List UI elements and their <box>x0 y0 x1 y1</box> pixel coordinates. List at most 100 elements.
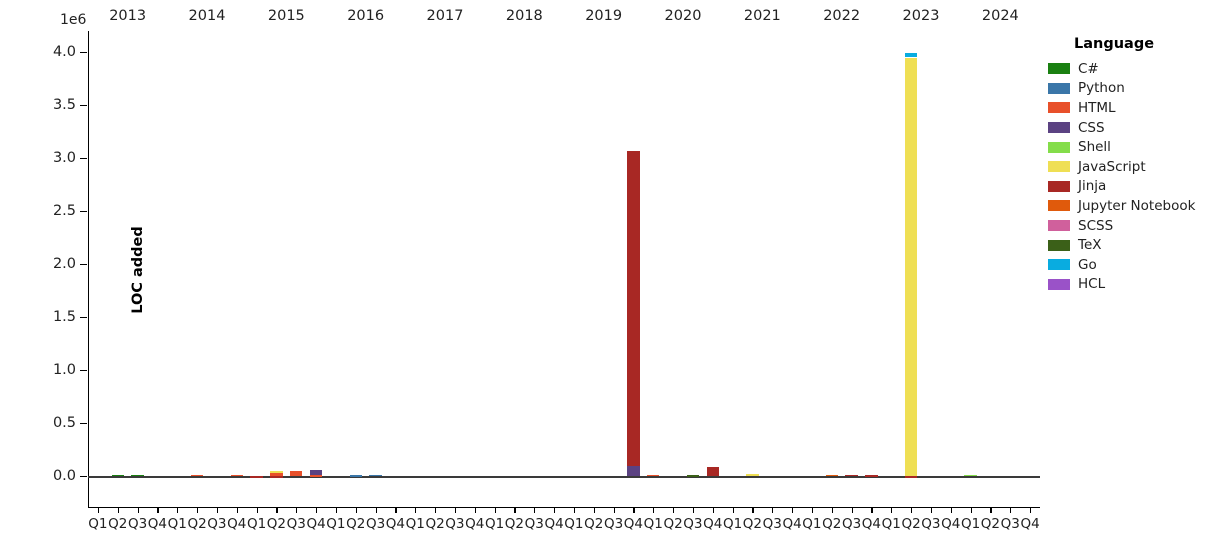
legend-color-swatch <box>1048 180 1070 192</box>
y-axis-title-text: LOC added <box>129 225 146 314</box>
bar-segment <box>706 466 719 477</box>
y-axis-exponent-label: 1e6 <box>60 12 87 28</box>
x-axis-tick-label: Q3 <box>603 516 624 532</box>
x-axis-tick <box>375 508 377 513</box>
year-label: 2021 <box>743 8 781 24</box>
x-axis-tick <box>633 508 635 513</box>
bar-segment <box>190 474 204 477</box>
x-axis-tick <box>216 508 219 513</box>
legend-item[interactable]: Shell <box>1048 137 1198 157</box>
x-axis-tick-label: Q3 <box>1000 516 1020 532</box>
x-axis-tick <box>1030 508 1032 513</box>
year-label: 2024 <box>981 8 1019 24</box>
x-axis-tick <box>811 508 814 513</box>
plot-area: LOC added 0.0 0.5 1.0 1.5 2.0 2.5 3.0 3.5 4.0 Q1 Q… <box>53 31 1040 532</box>
x-axis-tick <box>296 508 298 513</box>
legend-color-swatch <box>1048 63 1070 75</box>
bar-segment <box>904 57 918 477</box>
year-label-row: 2013 2014 2015 2016 2017 2018 2019 2020 2021 2022… <box>88 8 1040 30</box>
x-axis-tick-label: Q3 <box>445 516 465 532</box>
x-axis-tick <box>673 508 675 513</box>
bar-segment <box>904 476 918 478</box>
bar-segment <box>290 470 303 477</box>
x-axis-tick <box>871 508 873 513</box>
legend-item[interactable]: JavaScript <box>1048 157 1198 177</box>
y-axis-tick <box>80 52 87 54</box>
x-axis-tick <box>1010 508 1012 513</box>
x-axis-tick-label: Q1 <box>88 516 108 532</box>
x-axis-tick-label: Q2 <box>584 516 604 532</box>
legend-item-label: Go <box>1078 256 1097 273</box>
x-axis-tick-label: Q4 <box>306 516 326 532</box>
x-axis-tick-label: Q2 <box>663 516 683 532</box>
bar-segment <box>627 465 640 477</box>
legend-item-label: CSS <box>1078 119 1105 136</box>
legend-item[interactable]: HTML <box>1048 98 1198 118</box>
x-axis-tick <box>772 508 774 513</box>
y-axis-tick-label: 3.5 <box>52 97 76 114</box>
legend-item[interactable]: Jupyter Notebook <box>1048 196 1198 216</box>
legend-item-label: SCSS <box>1078 217 1114 234</box>
legend-item[interactable]: CSS <box>1048 118 1198 138</box>
x-axis-tick <box>97 508 100 513</box>
legend-item[interactable]: Jinja <box>1048 177 1198 197</box>
x-axis-tick-label: Q4 <box>703 516 723 532</box>
x-axis-tick-label: Q3 <box>365 516 386 532</box>
year-label: 2016 <box>347 8 385 24</box>
x-axis-tick <box>573 508 576 513</box>
x-axis-tick <box>157 508 159 513</box>
legend-item[interactable]: HCL <box>1048 275 1198 295</box>
legend-items: C# Python HTML CSS Shell JavaScript Jinja Jupyt… <box>1048 59 1198 294</box>
bar-segment <box>845 475 858 477</box>
x-axis-tick-label: Q4 <box>1020 516 1040 532</box>
y-axis-tick <box>80 211 87 213</box>
x-axis-tick-label: Q4 <box>623 516 644 532</box>
x-axis-tick <box>534 508 536 513</box>
bar-segment <box>865 475 878 477</box>
bar-segment <box>825 474 838 477</box>
bar-segment <box>270 476 283 478</box>
y-axis-tick-label: 0.0 <box>52 468 76 485</box>
x-axis-tick-label: Q1 <box>167 516 187 532</box>
x-axis-tick-label: Q1 <box>405 516 425 532</box>
x-axis-tick-label: Q1 <box>881 516 901 532</box>
legend-item[interactable]: Go <box>1048 255 1198 275</box>
x-axis-tick <box>851 508 853 513</box>
x-axis-tick-label: Q2 <box>901 516 921 532</box>
y-axis-tick-label: 1.0 <box>52 362 76 379</box>
x-axis-tick-label: Q4 <box>147 516 168 532</box>
y-axis-tick-label: 3.0 <box>52 150 76 167</box>
x-axis-tick-label: Q3 <box>524 516 544 532</box>
x-axis-tick-label: Q3 <box>762 516 782 532</box>
bar-segment <box>111 474 124 477</box>
bar-segment <box>904 53 918 58</box>
legend-title: Language <box>1074 36 1155 52</box>
x-axis-tick <box>891 508 893 513</box>
x-axis-tick <box>335 508 338 513</box>
x-axis-tick-label: Q1 <box>564 516 584 532</box>
year-label: 2018 <box>505 8 543 24</box>
legend-item[interactable]: Python <box>1048 79 1198 99</box>
bar-segment <box>349 475 362 477</box>
y-axis-tick <box>80 158 87 160</box>
x-axis-tick <box>692 508 695 513</box>
x-axis-tick-label: Q4 <box>782 516 802 532</box>
x-axis-tick-label: Q3 <box>207 516 227 532</box>
x-axis-tick-label: Q2 <box>266 516 287 532</box>
bar-segment <box>627 150 640 466</box>
x-axis-tick <box>554 508 556 513</box>
x-axis-tick-label: Q2 <box>346 516 366 532</box>
legend-item[interactable]: C# <box>1048 59 1198 79</box>
x-axis-tick <box>712 508 714 513</box>
legend-item[interactable]: TeX <box>1048 235 1198 255</box>
legend-color-swatch <box>1048 200 1070 212</box>
year-label: 2015 <box>267 8 305 24</box>
x-axis-tick <box>911 508 913 513</box>
x-axis-tick-label: Q2 <box>822 516 842 532</box>
y-axis-tick-label: 4.0 <box>52 44 76 61</box>
legend-item[interactable]: SCSS <box>1048 216 1198 236</box>
y-axis-tick <box>80 423 87 425</box>
x-axis-tick-label: Q4 <box>941 516 961 532</box>
y-axis-title: LOC added <box>130 226 146 314</box>
bar-segment <box>647 475 660 477</box>
